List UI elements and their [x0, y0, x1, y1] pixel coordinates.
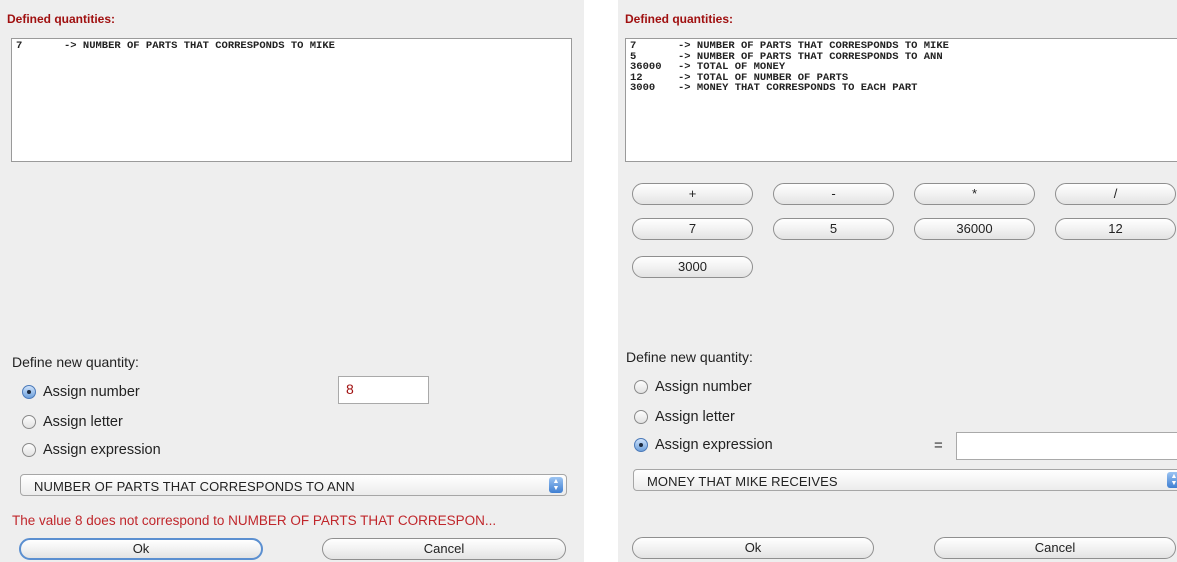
divide-button[interactable]: / — [1055, 183, 1176, 205]
cancel-button[interactable]: Cancel — [934, 537, 1176, 559]
quantity-value: 36000 — [630, 61, 662, 73]
value-button-36000[interactable]: 36000 — [914, 218, 1035, 240]
assign-number-option[interactable]: Assign number — [634, 379, 752, 395]
value-button-12[interactable]: 12 — [1055, 218, 1176, 240]
quantities-list[interactable]: 7 -> NUMBER OF PARTS THAT CORRESPONDS TO… — [625, 38, 1177, 162]
quantity-description: -> NUMBER OF PARTS THAT CORRESPONDS TO M… — [64, 40, 335, 52]
assign-expression-option[interactable]: Assign expression — [634, 437, 773, 453]
assign-expression-label: Assign expression — [43, 442, 161, 458]
radio-selected-icon[interactable] — [634, 438, 648, 452]
define-new-quantity-label: Define new quantity: — [12, 354, 139, 370]
select-arrows-icon[interactable]: ▲ ▼ — [1167, 472, 1177, 488]
quantity-row[interactable]: 7 -> NUMBER OF PARTS THAT CORRESPONDS TO… — [16, 41, 567, 52]
value-button-5[interactable]: 5 — [773, 218, 894, 240]
equals-sign: = — [934, 437, 943, 454]
value-button-3000[interactable]: 3000 — [632, 256, 753, 278]
radio-icon[interactable] — [634, 410, 648, 424]
assign-letter-label: Assign letter — [655, 409, 735, 425]
ok-button[interactable]: Ok — [632, 537, 874, 559]
quantity-value: 3000 — [630, 82, 656, 94]
assign-expression-label: Assign expression — [655, 437, 773, 453]
radio-icon[interactable] — [22, 415, 36, 429]
radio-selected-icon[interactable] — [22, 385, 36, 399]
assign-letter-label: Assign letter — [43, 414, 123, 430]
plus-button[interactable]: + — [632, 183, 753, 205]
value-button-7[interactable]: 7 — [632, 218, 753, 240]
select-arrows-icon[interactable]: ▲ ▼ — [549, 477, 563, 493]
dialog-right: Defined quantities: 7 -> NUMBER OF PARTS… — [618, 0, 1177, 562]
multiply-button[interactable]: * — [914, 183, 1035, 205]
quantity-select[interactable]: NUMBER OF PARTS THAT CORRESPONDS TO ANN … — [20, 474, 567, 496]
defined-quantities-label: Defined quantities: — [7, 12, 116, 26]
minus-button[interactable]: - — [773, 183, 894, 205]
dialog-left: Defined quantities: 7 -> NUMBER OF PARTS… — [0, 0, 584, 562]
quantity-row[interactable]: 7 -> NUMBER OF PARTS THAT CORRESPONDS TO… — [630, 41, 1177, 52]
quantity-value: 7 — [630, 40, 637, 52]
expression-input[interactable] — [956, 432, 1177, 460]
radio-icon[interactable] — [22, 443, 36, 457]
assign-number-option[interactable]: Assign number — [22, 384, 140, 400]
error-message: The value 8 does not correspond to NUMBE… — [12, 513, 497, 528]
quantity-select-value: NUMBER OF PARTS THAT CORRESPONDS TO ANN — [34, 479, 355, 494]
quantity-row[interactable]: 3000 -> MONEY THAT CORRESPONDS TO EACH P… — [630, 83, 1177, 94]
cancel-button[interactable]: Cancel — [322, 538, 566, 560]
quantity-row[interactable]: 36000 -> TOTAL OF MONEY — [630, 62, 1177, 73]
ok-button[interactable]: Ok — [19, 538, 263, 560]
number-input[interactable]: 8 — [338, 376, 429, 404]
assign-number-label: Assign number — [655, 379, 752, 395]
quantity-description: -> TOTAL OF MONEY — [678, 61, 786, 73]
assign-letter-option[interactable]: Assign letter — [634, 409, 735, 425]
assign-number-label: Assign number — [43, 384, 140, 400]
assign-expression-option[interactable]: Assign expression — [22, 442, 161, 458]
quantity-select[interactable]: MONEY THAT MIKE RECEIVES ▲ ▼ — [633, 469, 1177, 491]
quantity-description: -> NUMBER OF PARTS THAT CORRESPONDS TO M… — [678, 40, 949, 52]
radio-icon[interactable] — [634, 380, 648, 394]
quantity-value: 7 — [16, 40, 23, 52]
quantities-list[interactable]: 7 -> NUMBER OF PARTS THAT CORRESPONDS TO… — [11, 38, 572, 162]
quantity-description: -> MONEY THAT CORRESPONDS TO EACH PART — [678, 82, 918, 94]
defined-quantities-label: Defined quantities: — [625, 12, 734, 26]
quantity-select-value: MONEY THAT MIKE RECEIVES — [647, 474, 838, 489]
assign-letter-option[interactable]: Assign letter — [22, 414, 123, 430]
define-new-quantity-label: Define new quantity: — [626, 349, 753, 365]
